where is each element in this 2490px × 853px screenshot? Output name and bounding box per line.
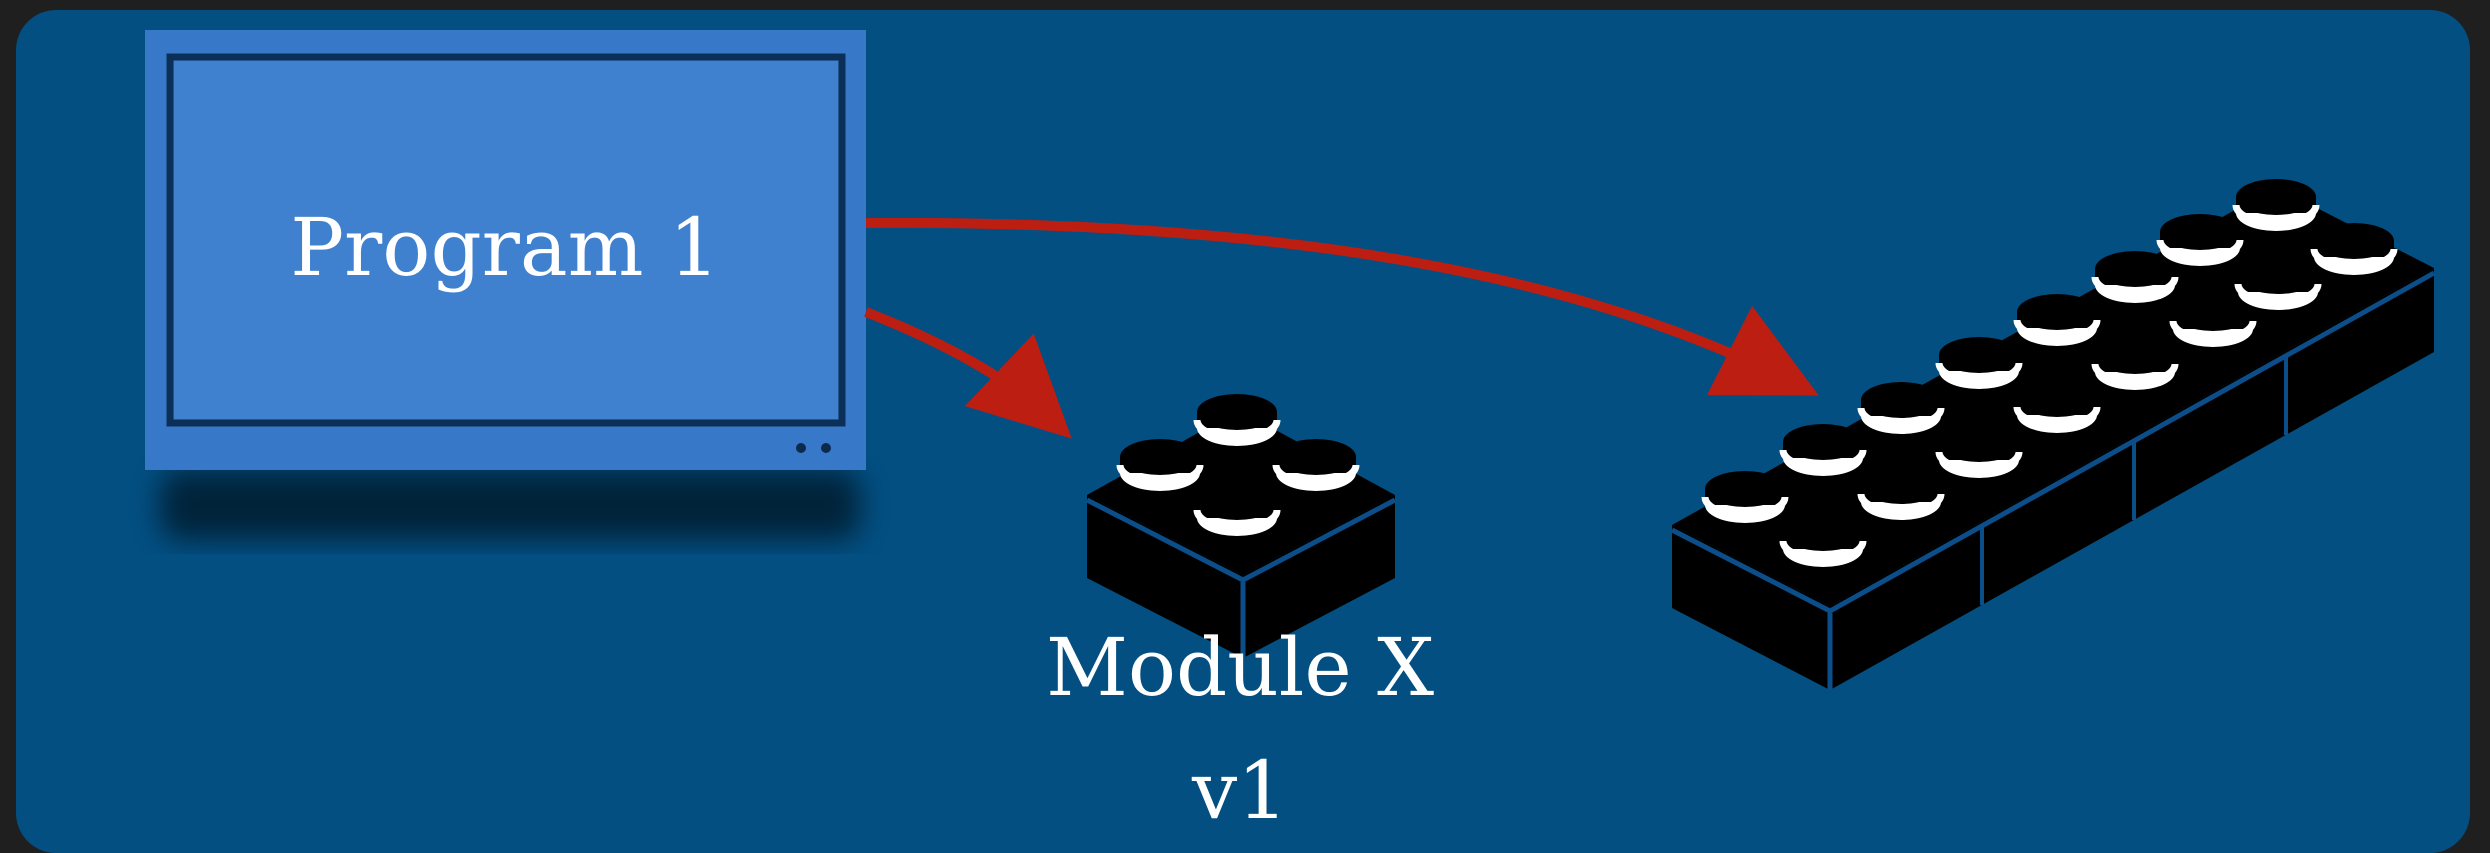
long-brick-stud-1 (1701, 471, 1789, 523)
monitor-shadow (160, 470, 860, 540)
small-brick-stud-1 (1193, 394, 1281, 446)
long-brick-stud-2 (1779, 424, 1867, 476)
monitor-led-1 (796, 443, 806, 453)
long-brick-stud-11 (1935, 426, 2023, 478)
long-brick-stud-16 (2310, 223, 2398, 275)
long-brick-stud-3 (1857, 382, 1945, 434)
long-brick-stud-15 (2234, 258, 2322, 310)
small-brick-stud-3 (1272, 439, 1360, 491)
small-brick-stud-4 (1193, 484, 1281, 536)
small-brick-stud-2 (1116, 439, 1204, 491)
monitor-icon: Program 1 (145, 30, 866, 470)
long-brick-stud-4 (1935, 337, 2023, 389)
long-brick-stud-10 (1857, 468, 1945, 520)
long-brick-stud-13 (2091, 338, 2179, 390)
long-brick-stud-5 (2013, 294, 2101, 346)
module-label-line2: v1 (1191, 744, 1288, 837)
long-brick-stud-12 (2013, 381, 2101, 433)
long-brick-stud-8 (2232, 179, 2320, 231)
long-brick-stud-7 (2156, 214, 2244, 266)
module-label-line1: Module X (1046, 621, 1434, 714)
long-brick-stud-14 (2169, 295, 2257, 347)
monitor-led-2 (821, 443, 831, 453)
diagram-canvas: Program 1 Module X v1 (16, 10, 2470, 853)
long-brick-stud-6 (2091, 251, 2179, 303)
diagram-slide: Program 1 Module X v1 (0, 0, 2490, 853)
long-brick-stud-9 (1779, 515, 1867, 567)
program-label: Program 1 (290, 201, 720, 294)
